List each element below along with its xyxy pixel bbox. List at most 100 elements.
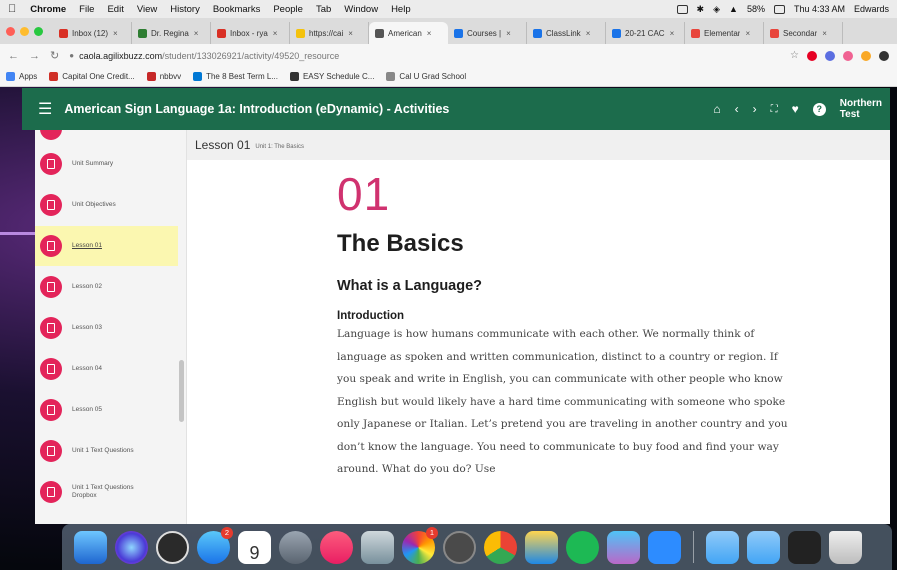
document-glyph-icon	[47, 282, 55, 292]
applications-folder-icon[interactable]	[706, 530, 739, 564]
hamburger-menu-icon[interactable]: ☰	[38, 99, 52, 119]
bookmark-item[interactable]: EASY Schedule C...	[289, 72, 374, 81]
tab-close-icon[interactable]: ×	[194, 29, 199, 38]
tab-close-icon[interactable]: ×	[113, 29, 118, 38]
reload-icon[interactable]: ↻	[50, 49, 59, 62]
close-window-button[interactable]	[6, 26, 15, 36]
sidebar-item[interactable]: Lesson 01	[35, 226, 178, 266]
extension-shield-icon[interactable]	[825, 50, 835, 61]
siri-icon[interactable]	[115, 530, 148, 564]
fullscreen-icon[interactable]: ⛶	[771, 104, 778, 115]
back-arrow-icon[interactable]: ←	[8, 50, 19, 62]
system-preferences-icon[interactable]	[443, 530, 476, 564]
lock-icon[interactable]: ●	[69, 51, 74, 60]
launchpad-dial-icon[interactable]	[156, 530, 189, 564]
tab-close-icon[interactable]: ×	[586, 29, 591, 38]
tab-close-icon[interactable]: ×	[822, 29, 827, 38]
home-icon[interactable]: ⌂	[713, 102, 720, 116]
browser-tab[interactable]: Elementar ×	[685, 22, 764, 44]
tab-close-icon[interactable]: ×	[273, 29, 278, 38]
menu-people[interactable]: People	[273, 4, 303, 15]
zoom-window-button[interactable]	[34, 26, 43, 36]
zoom-icon[interactable]	[648, 530, 681, 564]
browser-tab[interactable]: Inbox (12) ×	[53, 22, 132, 44]
bookmark-item[interactable]: The 8 Best Term L...	[193, 72, 278, 81]
minimize-window-button[interactable]	[20, 26, 29, 36]
bluetooth-icon[interactable]: ✱	[697, 4, 705, 15]
finder-icon[interactable]	[74, 530, 107, 564]
bookmark-item[interactable]: Apps	[6, 72, 37, 81]
tab-close-icon[interactable]: ×	[670, 29, 675, 38]
bookmark-item[interactable]: Cal U Grad School	[386, 72, 466, 81]
menu-app-name[interactable]: Chrome	[30, 4, 66, 15]
next-icon[interactable]: ›	[753, 102, 757, 116]
chrome-icon[interactable]	[484, 530, 517, 564]
browser-tab[interactable]: Secondar ×	[764, 22, 843, 44]
browser-tab[interactable]: ClassLink ×	[527, 22, 606, 44]
book-thumbnail-icon[interactable]	[788, 530, 821, 564]
sidebar-item[interactable]: Unit Objectives	[35, 185, 178, 225]
sidebar-item[interactable]: Lesson 05	[35, 390, 178, 430]
tab-close-icon[interactable]: ×	[745, 29, 750, 38]
photos-icon[interactable]: 1	[402, 526, 438, 564]
music-icon[interactable]	[320, 530, 353, 564]
menu-help[interactable]: Help	[391, 4, 411, 15]
sidebar-item[interactable]: Unit 1 Text Questions	[35, 431, 178, 471]
menu-history[interactable]: History	[170, 4, 200, 15]
tab-close-icon[interactable]: ×	[427, 29, 432, 38]
menu-window[interactable]: Window	[344, 4, 378, 15]
sidebar-item[interactable]: Lesson 03	[35, 308, 178, 348]
extension-face-icon[interactable]	[861, 50, 871, 61]
forward-arrow-icon[interactable]: →	[29, 50, 40, 62]
browser-tab[interactable]: https://cai ×	[290, 22, 369, 44]
bookmark-star-icon[interactable]: ☆	[790, 50, 799, 61]
preview-icon[interactable]	[361, 530, 394, 564]
sidebar-item[interactable]: Lesson 04	[35, 349, 178, 389]
app-store-icon[interactable]: 2	[197, 526, 233, 564]
apple-menu-icon[interactable]: 	[8, 3, 16, 15]
extension-circle-icon[interactable]	[843, 50, 853, 61]
wifi-icon[interactable]: ◈	[713, 4, 720, 15]
battery-percent[interactable]: 58%	[747, 4, 765, 14]
battery-icon[interactable]	[773, 4, 785, 14]
menubar-user[interactable]: Edwards	[854, 4, 889, 14]
spotify-icon[interactable]	[566, 530, 599, 564]
bookmark-item[interactable]: Capital One Credit...	[49, 72, 135, 81]
browser-tab[interactable]: American ×	[369, 22, 448, 44]
sidebar-item[interactable]: Lesson 02	[35, 267, 178, 307]
volume-icon[interactable]: ▲	[729, 4, 738, 14]
help-icon[interactable]: ?	[812, 102, 826, 116]
user-name[interactable]: Northern Test	[840, 98, 882, 120]
keynote-chart-icon[interactable]	[607, 530, 640, 564]
browser-tab[interactable]: Courses | ×	[448, 22, 527, 44]
rocket-icon[interactable]	[279, 530, 312, 564]
browser-tab[interactable]: Dr. Regina ×	[132, 22, 211, 44]
document-glyph-icon	[47, 405, 55, 415]
notes-pencil-icon[interactable]	[525, 530, 558, 564]
window-controls	[6, 18, 43, 44]
tab-close-icon[interactable]: ×	[348, 29, 353, 38]
menu-file[interactable]: File	[79, 4, 94, 15]
documents-folder-icon[interactable]	[747, 530, 780, 564]
display-status-icon[interactable]	[676, 4, 688, 14]
menu-edit[interactable]: Edit	[107, 4, 123, 15]
tab-close-icon[interactable]: ×	[506, 29, 511, 38]
tab-favicon-icon	[691, 28, 700, 38]
extensions-puzzle-icon[interactable]	[879, 50, 889, 61]
sidebar-item[interactable]: Unit 1 Text Questions Dropbox	[35, 472, 178, 512]
browser-tab[interactable]: Inbox - rya ×	[211, 22, 290, 44]
menubar-clock[interactable]: Thu 4:33 AM	[794, 4, 845, 14]
browser-tab[interactable]: 20-21 CAC ×	[606, 22, 685, 44]
menu-tab[interactable]: Tab	[316, 4, 331, 15]
trash-icon[interactable]	[829, 530, 862, 564]
previous-icon[interactable]: ‹	[735, 102, 739, 116]
url-field[interactable]: caola.agilixbuzz.com/student/133026921/a…	[79, 51, 339, 61]
sidebar-scrollbar[interactable]	[179, 360, 184, 422]
heart-icon[interactable]: ♥	[792, 102, 799, 116]
sidebar-item[interactable]: Unit Summary	[35, 144, 178, 184]
pinterest-extension-icon[interactable]	[807, 50, 817, 61]
menu-view[interactable]: View	[137, 4, 157, 15]
calendar-icon[interactable]: 9	[238, 530, 271, 564]
menu-bookmarks[interactable]: Bookmarks	[213, 4, 261, 15]
bookmark-item[interactable]: nbbvv	[146, 72, 181, 81]
